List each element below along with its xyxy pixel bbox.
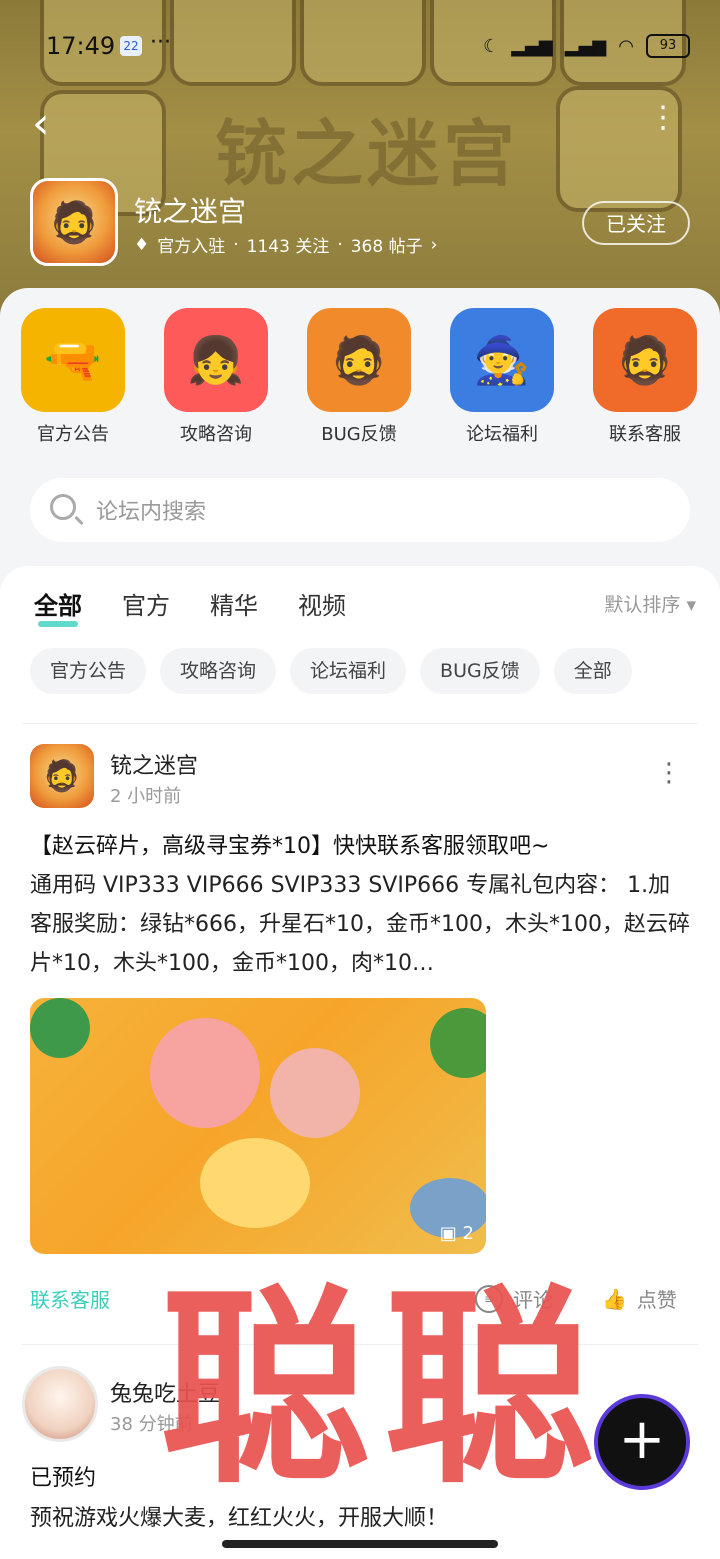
game-meta[interactable]: ♦ 官方入驻 · 1143 关注 · 368 帖子 › (134, 232, 438, 258)
chip-announcement[interactable]: 官方公告 (30, 648, 147, 694)
guide-icon: 👧 (164, 308, 268, 412)
sort-label: 默认排序 (604, 594, 681, 616)
tree-shape (30, 998, 90, 1058)
post-title[interactable]: 【赵云碎片，高级寻宝券*10】快快联系客服领取吧~ (30, 828, 690, 860)
official-label: 官方入驻 (157, 237, 226, 257)
tree-shape (430, 1008, 486, 1078)
tab-video[interactable]: 视频 (298, 586, 346, 621)
quick-links: 🔫 官方公告 👧 攻略咨询 🧔 BUG反馈 🧙 论坛福利 🧔 联系客服 (0, 308, 720, 458)
welfare-icon: 🧙 (450, 308, 554, 412)
followers-count: 1143 关注 (246, 237, 330, 257)
image-count: ▣ 2 (440, 1223, 474, 1244)
search-icon (50, 494, 76, 520)
service-icon: 🧔 (593, 308, 697, 412)
status-bar: 17:49 22 ··· ☾ ▂▄▆ ▂▄▆ ◠ 93 (0, 0, 720, 90)
back-button[interactable]: ‹ (32, 98, 50, 149)
separator: · (233, 234, 239, 255)
like-button[interactable]: 👍 点赞 (602, 1284, 677, 1313)
quick-link-service[interactable]: 🧔 联系客服 (590, 308, 700, 446)
chip-bug[interactable]: BUG反馈 (420, 648, 540, 694)
quick-link-guide[interactable]: 👧 攻略咨询 (161, 308, 271, 446)
quick-link-label: 官方公告 (37, 424, 109, 445)
burst-shape (200, 1138, 310, 1228)
signal-icon: ▂▄▆ (511, 35, 553, 57)
octopus-shape (150, 1018, 260, 1128)
chip-all[interactable]: 全部 (553, 648, 632, 694)
sort-dropdown[interactable]: 默认排序 ▾ (604, 590, 696, 617)
caret-down-icon: ▾ (686, 594, 696, 616)
more-options-icon[interactable]: ⋮ (648, 100, 678, 135)
tab-all[interactable]: 全部 (34, 586, 82, 627)
new-post-button[interactable]: + (594, 1394, 690, 1490)
post-image[interactable]: ▣ 2 (30, 998, 486, 1254)
chip-welfare[interactable]: 论坛福利 (290, 648, 407, 694)
image-count-value: 2 (462, 1223, 474, 1244)
like-label: 点赞 (636, 1288, 677, 1312)
diamond-icon: ♦ (134, 234, 150, 255)
gallery-icon: ▣ (439, 1223, 457, 1244)
quick-link-welfare[interactable]: 🧙 论坛福利 (447, 308, 557, 446)
watermark-text: 聪聪 (160, 1267, 609, 1512)
post-body[interactable]: 通用码 VIP333 VIP666 SVIP333 SVIP666 专属礼包内容… (30, 866, 690, 983)
tab-official[interactable]: 官方 (122, 586, 170, 621)
chip-guide[interactable]: 攻略咨询 (160, 648, 277, 694)
bug-icon: 🧔 (307, 308, 411, 412)
tab-featured[interactable]: 精华 (210, 586, 258, 621)
post-time: 2 小时前 (110, 786, 182, 807)
separator: · (337, 234, 343, 255)
more-icon[interactable]: ⋮ (656, 758, 682, 788)
follow-button[interactable]: 已关注 (582, 201, 690, 245)
quick-link-label: 论坛福利 (466, 424, 538, 445)
divider (22, 723, 698, 724)
search-input[interactable]: 论坛内搜索 (96, 494, 206, 526)
banner-logo-text: 铳之迷宫 (215, 112, 520, 196)
octopus-shape (270, 1048, 360, 1138)
game-banner: 铳之迷宫 17:49 22 ··· ☾ ▂▄▆ ▂▄▆ ◠ 93 ‹ ⋮ 🧔 铳… (0, 0, 720, 330)
author-avatar[interactable] (22, 1366, 98, 1442)
post-tag[interactable]: 联系客服 (30, 1284, 110, 1313)
quick-link-label: 联系客服 (609, 424, 681, 445)
filter-chips: 官方公告 攻略咨询 论坛福利 BUG反馈 全部 (30, 648, 632, 694)
quick-link-announcement[interactable]: 🔫 官方公告 (18, 308, 128, 446)
author-name[interactable]: 铳之迷宫 (110, 748, 198, 780)
quick-link-label: 攻略咨询 (180, 424, 252, 445)
chevron-right-icon: › (430, 234, 438, 255)
search-bar[interactable]: 论坛内搜索 (30, 478, 690, 542)
quick-link-bug[interactable]: 🧔 BUG反馈 (304, 308, 414, 446)
tab-bar: 全部 官方 精华 视频 (34, 586, 346, 627)
moon-icon: ☾ (483, 35, 500, 57)
author-avatar[interactable]: 🧔 (30, 744, 94, 808)
status-time: 17:49 (46, 32, 116, 60)
posts-count: 368 帖子 (350, 237, 423, 257)
announcement-icon: 🔫 (21, 308, 125, 412)
quick-link-label: BUG反馈 (321, 424, 397, 445)
wifi-icon: ◠ (618, 35, 634, 57)
more-notifications-icon: ··· (150, 30, 171, 55)
game-icon[interactable]: 🧔 (30, 178, 118, 266)
game-name: 铳之迷宫 (134, 195, 247, 228)
home-indicator[interactable] (222, 1540, 498, 1548)
calendar-icon: 22 (120, 36, 142, 56)
signal-icon: ▂▄▆ (564, 35, 607, 57)
battery-icon: 93 (646, 34, 690, 58)
post-title[interactable]: 已预约 (30, 1460, 96, 1492)
